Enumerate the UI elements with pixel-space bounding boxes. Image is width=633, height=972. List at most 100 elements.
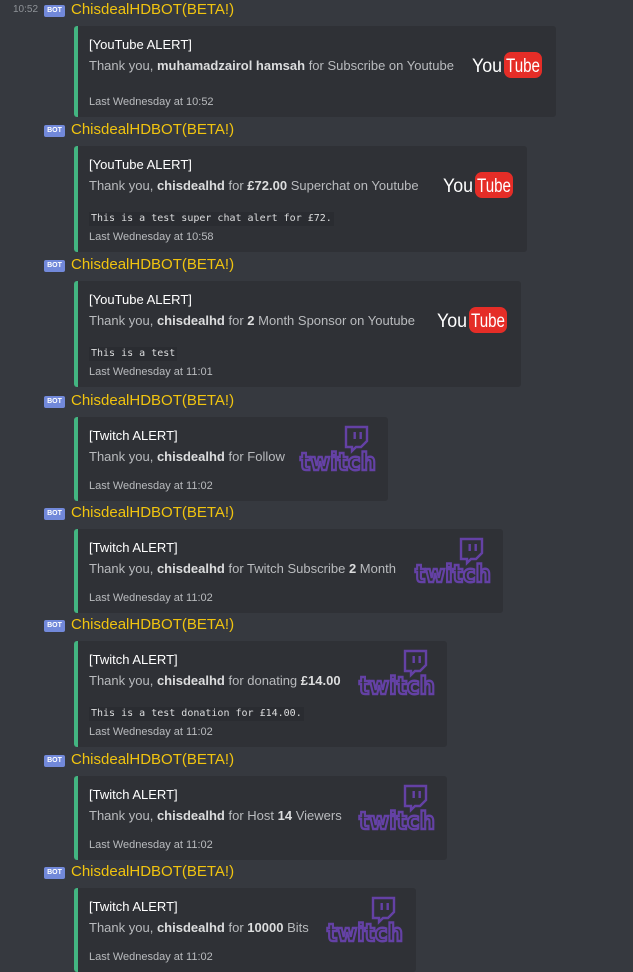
author-name[interactable]: ChisdealHDBOT(BETA!) <box>71 750 234 770</box>
bot-tag: BOT <box>44 260 65 272</box>
embed-code-block: This is a test super chat alert for £72. <box>89 212 334 226</box>
embed-description: Thank you, chisdealhd for Host 14 Viewer… <box>89 808 342 824</box>
author-name[interactable]: ChisdealHDBOT(BETA!) <box>71 0 234 20</box>
twitch-logo-icon: twitch <box>356 784 440 836</box>
embed-description: Thank you, muhamadzairol hamsah for Subs… <box>89 58 454 74</box>
for-text: for <box>228 313 244 328</box>
bot-tag: BOT <box>44 125 65 137</box>
embed-footer: Last Wednesday at 11:02 <box>89 726 213 738</box>
twitch-wordmark: twitch <box>327 919 403 947</box>
alert-amount: 10000 <box>247 920 284 935</box>
embed: [YouTube ALERT] Thank you, chisdealhd fo… <box>74 281 521 387</box>
embed: [Twitch ALERT] Thank you, chisdealhd for… <box>74 417 388 501</box>
for-text: for <box>308 58 324 73</box>
embed-title: [YouTube ALERT] <box>89 37 192 52</box>
thank-text: Thank you, <box>89 561 154 576</box>
alert-rest: Viewers <box>295 808 342 823</box>
for-text: for donating <box>228 673 298 688</box>
youtube-logo-icon: You Tube <box>436 306 508 334</box>
alert-rest: Bits <box>287 920 309 935</box>
message-header: BOT ChisdealHDBOT(BETA!) <box>0 391 633 411</box>
twitch-wordmark: twitch <box>415 560 491 588</box>
author-name[interactable]: ChisdealHDBOT(BETA!) <box>71 391 234 411</box>
embed: [YouTube ALERT] Thank you, muhamadzairol… <box>74 26 556 117</box>
youtube-tube-text: Tube <box>477 176 511 197</box>
twitch-logo-icon: twitch <box>324 896 408 948</box>
for-text: for <box>228 178 244 193</box>
author-name[interactable]: ChisdealHDBOT(BETA!) <box>71 615 234 635</box>
embed-footer: Last Wednesday at 10:52 <box>89 96 214 108</box>
alert-rest: Superchat on Youtube <box>290 178 419 193</box>
thank-text: Thank you, <box>89 920 154 935</box>
message-header: 10:52 BOT ChisdealHDBOT(BETA!) <box>0 0 633 20</box>
twitch-wordmark: twitch <box>359 807 435 835</box>
embed: [Twitch ALERT] Thank you, chisdealhd for… <box>74 776 447 860</box>
youtube-logo-icon: You Tube <box>471 51 543 79</box>
alert-rest: Month Sponsor on Youtube <box>258 313 416 328</box>
embed-code-block: This is a test donation for £14.00. <box>89 707 304 721</box>
user-name: chisdealhd <box>156 673 225 688</box>
embed-description: Thank you, chisdealhd for Twitch Subscri… <box>89 561 396 577</box>
bot-tag: BOT <box>44 508 65 520</box>
embed-description: Thank you, chisdealhd for £72.00 Superch… <box>89 178 419 194</box>
message-header: BOT ChisdealHDBOT(BETA!) <box>0 255 633 275</box>
embed: [Twitch ALERT] Thank you, chisdealhd for… <box>74 888 416 972</box>
alert-rest: Follow <box>247 449 285 464</box>
message-header: BOT ChisdealHDBOT(BETA!) <box>0 862 633 882</box>
message-header: BOT ChisdealHDBOT(BETA!) <box>0 615 633 635</box>
message-timestamp: 10:52 <box>13 4 39 15</box>
embed-description: Thank you, chisdealhd for donating £14.0… <box>89 673 341 689</box>
embed-title: [YouTube ALERT] <box>89 292 192 307</box>
bot-tag: BOT <box>44 755 65 767</box>
alert-amount: 14 <box>277 808 293 823</box>
message-header: BOT ChisdealHDBOT(BETA!) <box>0 503 633 523</box>
for-text: for Host <box>228 808 275 823</box>
thank-text: Thank you, <box>89 449 154 464</box>
twitch-wordmark: twitch <box>300 448 376 476</box>
thank-text: Thank you, <box>89 808 154 823</box>
embed-code-block: This is a test <box>89 347 178 361</box>
embed-title: [Twitch ALERT] <box>89 540 178 555</box>
embed-title: [Twitch ALERT] <box>89 899 178 914</box>
youtube-logo-icon: You Tube <box>442 171 514 199</box>
thank-text: Thank you, <box>89 178 154 193</box>
bot-tag: BOT <box>44 867 65 879</box>
embed-title: [YouTube ALERT] <box>89 157 192 172</box>
twitch-logo-icon: twitch <box>297 425 381 477</box>
alert-amount: 2 <box>247 313 255 328</box>
for-text: for <box>228 920 244 935</box>
embed-footer: Last Wednesday at 10:58 <box>89 231 214 243</box>
embed-footer: Last Wednesday at 11:01 <box>89 366 213 378</box>
embed: [YouTube ALERT] Thank you, chisdealhd fo… <box>74 146 527 252</box>
embed-title: [Twitch ALERT] <box>89 652 178 667</box>
bot-tag: BOT <box>44 396 65 408</box>
alert-amount: £14.00 <box>300 673 341 688</box>
alert-amount: 2 <box>348 561 357 576</box>
author-name[interactable]: ChisdealHDBOT(BETA!) <box>71 120 234 140</box>
thank-text: Thank you, <box>89 313 154 328</box>
embed: [Twitch ALERT] Thank you, chisdealhd for… <box>74 641 447 747</box>
author-name[interactable]: ChisdealHDBOT(BETA!) <box>71 862 234 882</box>
message-header: BOT ChisdealHDBOT(BETA!) <box>0 120 633 140</box>
youtube-you-text: You <box>472 56 502 77</box>
embed-description: Thank you, chisdealhd for 2 Month Sponso… <box>89 313 415 329</box>
for-text: for <box>228 449 244 464</box>
author-name[interactable]: ChisdealHDBOT(BETA!) <box>71 255 234 275</box>
alert-rest: Subscribe on Youtube <box>327 58 454 73</box>
twitch-logo-icon: twitch <box>356 649 440 701</box>
youtube-tube-text: Tube <box>471 311 505 332</box>
embed-description: Thank you, chisdealhd for Follow <box>89 449 285 465</box>
user-name: muhamadzairol hamsah <box>156 58 306 73</box>
embed-title: [Twitch ALERT] <box>89 428 178 443</box>
embed-footer: Last Wednesday at 11:02 <box>89 592 213 604</box>
embed-title: [Twitch ALERT] <box>89 787 178 802</box>
embed: [Twitch ALERT] Thank you, chisdealhd for… <box>74 529 503 613</box>
thank-text: Thank you, <box>89 58 154 73</box>
user-name: chisdealhd <box>156 313 225 328</box>
message-header: BOT ChisdealHDBOT(BETA!) <box>0 750 633 770</box>
embed-description: Thank you, chisdealhd for 10000 Bits <box>89 920 309 936</box>
alert-amount: £72.00 <box>247 178 288 193</box>
author-name[interactable]: ChisdealHDBOT(BETA!) <box>71 503 234 523</box>
thank-text: Thank you, <box>89 673 154 688</box>
alert-rest: Month <box>359 561 396 576</box>
